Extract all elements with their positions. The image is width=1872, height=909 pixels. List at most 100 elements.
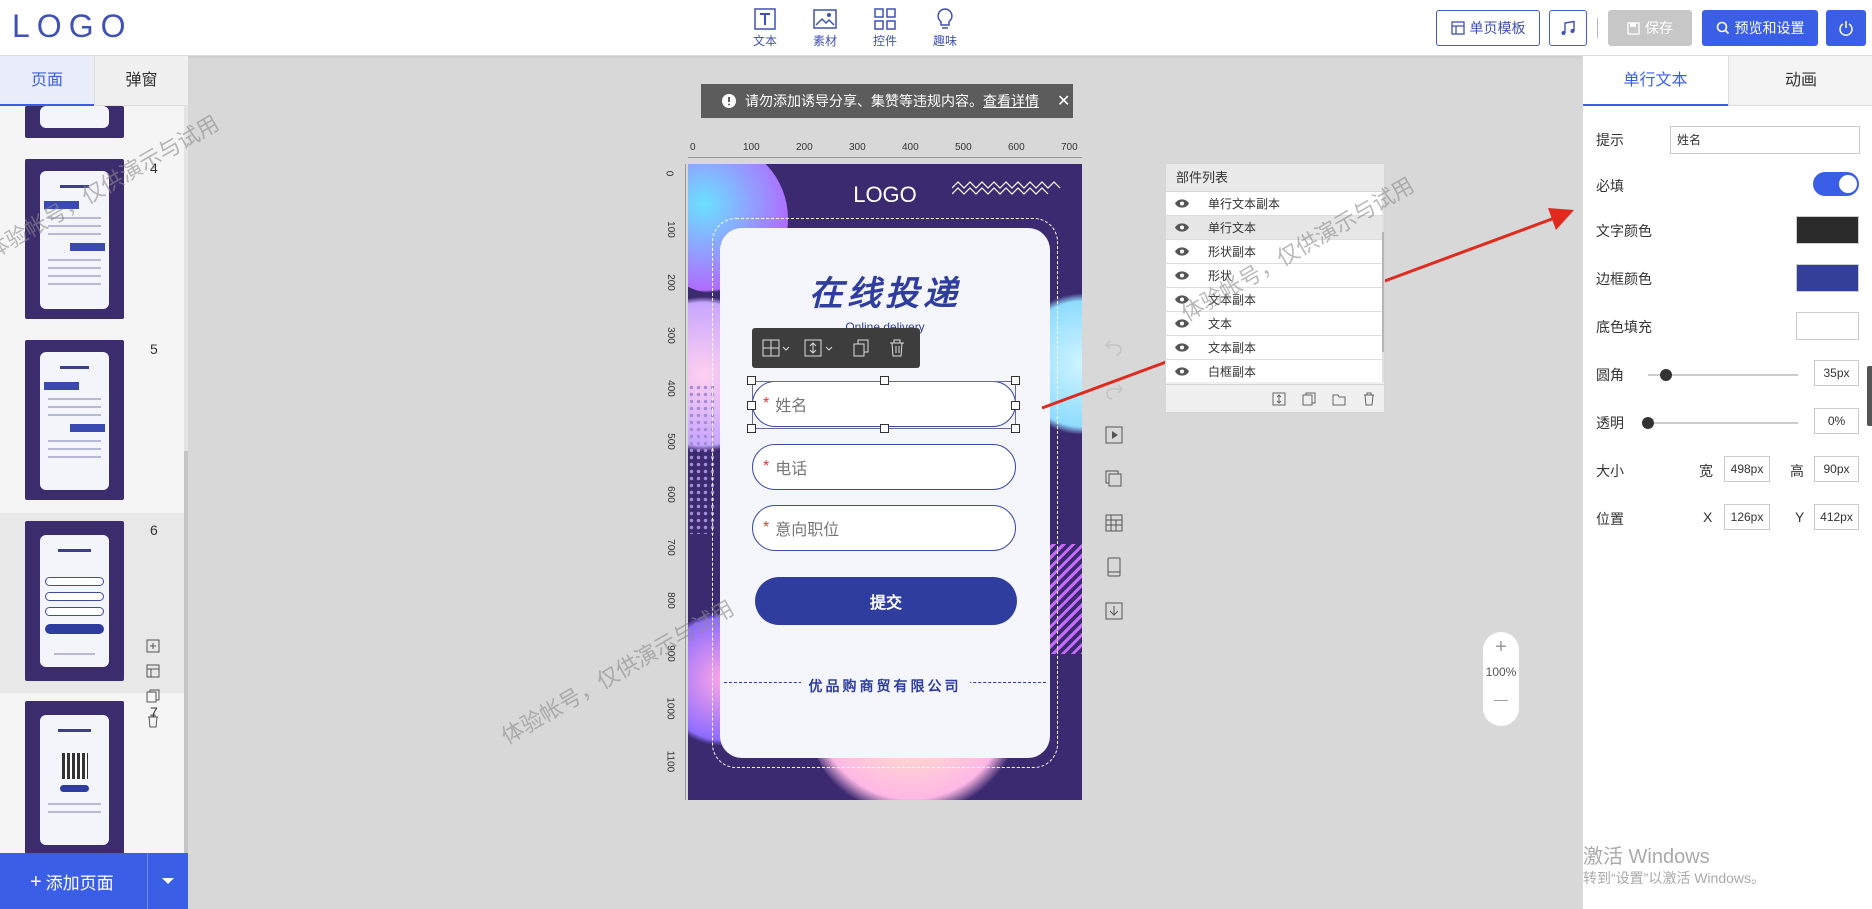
y-input[interactable]: 412px — [1814, 504, 1859, 530]
border-color-swatch[interactable] — [1796, 264, 1859, 292]
delete-layer-icon[interactable] — [1362, 392, 1376, 406]
power-button[interactable] — [1826, 10, 1866, 46]
undo-icon[interactable] — [1104, 336, 1124, 356]
redo-icon[interactable] — [1104, 380, 1124, 400]
ruler-tick: 500 — [664, 433, 676, 450]
resize-handle[interactable] — [747, 376, 756, 385]
eye-icon[interactable] — [1174, 366, 1190, 377]
tool-widgets[interactable]: 控件 — [863, 8, 907, 49]
resize-handle[interactable] — [747, 401, 756, 410]
eye-icon[interactable] — [1174, 198, 1190, 209]
tab-animation[interactable]: 动画 — [1728, 56, 1872, 106]
y-label: Y — [1795, 509, 1805, 525]
copy-layer-icon[interactable] — [1302, 392, 1316, 406]
phone-field[interactable]: * 电话 — [752, 444, 1016, 490]
device-icon[interactable] — [1104, 557, 1124, 577]
ruler-tick: 600 — [1008, 142, 1025, 153]
notice-link[interactable]: 查看详情 — [983, 91, 1039, 111]
layer-scrollbar[interactable] — [1382, 192, 1384, 382]
preview-settings-label: 预览和设置 — [1734, 20, 1805, 36]
tab-pages[interactable]: 页面 — [0, 56, 94, 106]
layer-order-icon[interactable] — [804, 339, 834, 357]
page-thumb-5[interactable] — [25, 340, 124, 500]
windows-activation-title: 激活 Windows — [1583, 846, 1710, 868]
ruler-tick: 300 — [849, 142, 866, 153]
page-number: 5 — [150, 341, 158, 357]
ruler-tick: 500 — [955, 142, 972, 153]
copy-page-icon[interactable] — [146, 689, 160, 703]
x-input[interactable]: 126px — [1724, 504, 1770, 530]
add-page-icon[interactable] — [146, 639, 160, 653]
width-input[interactable]: 498px — [1724, 456, 1770, 482]
selection-box — [752, 381, 1016, 429]
tab-popups[interactable]: 弹窗 — [94, 56, 188, 106]
page-thumb-7[interactable] — [25, 701, 124, 856]
resize-handle[interactable] — [1011, 401, 1020, 410]
page-number: 7 — [150, 704, 158, 720]
tab-single-text[interactable]: 单行文本 — [1583, 56, 1728, 106]
phone-canvas[interactable]: LOGO 在线投递 Online delivery * 姓名 * 电话 * 意向… — [688, 164, 1082, 800]
tool-fun[interactable]: 趣味 — [923, 8, 967, 49]
play-icon[interactable] — [1104, 425, 1124, 445]
page-scrollbar[interactable] — [184, 106, 188, 909]
folder-icon[interactable] — [1332, 392, 1346, 406]
app-logo: LOGO — [12, 8, 133, 44]
layer-item-label: 单行文本副本 — [1208, 197, 1281, 211]
text-color-swatch[interactable] — [1796, 216, 1859, 244]
layers-icon[interactable] — [1104, 469, 1124, 489]
page-template-icon[interactable] — [146, 664, 160, 678]
delete-icon[interactable] — [888, 339, 906, 357]
tool-fun-label: 趣味 — [932, 34, 957, 48]
align-icon[interactable] — [762, 339, 790, 357]
side-handle[interactable] — [1867, 366, 1872, 426]
save-button[interactable]: 保存 — [1608, 10, 1692, 46]
chevron-down-icon[interactable] — [161, 877, 175, 886]
resize-handle[interactable] — [1011, 376, 1020, 385]
move-layer-icon[interactable] — [1272, 392, 1286, 406]
fill-color-swatch[interactable] — [1796, 312, 1859, 340]
layer-item[interactable]: 文本副本 — [1166, 336, 1382, 360]
add-page-button[interactable]: + 添加页面 — [0, 853, 188, 909]
template-button[interactable]: 单页模板 — [1436, 10, 1540, 46]
position-field[interactable]: * 意向职位 — [752, 505, 1016, 551]
ruler-tick: 200 — [664, 274, 676, 291]
border-color-label: 边框颜色 — [1596, 271, 1652, 287]
height-input[interactable]: 90px — [1814, 456, 1859, 482]
zoom-out-button[interactable]: — — [1483, 682, 1519, 716]
radius-value[interactable]: 35px — [1814, 360, 1859, 386]
copy-icon[interactable] — [852, 339, 870, 357]
preview-settings-button[interactable]: 预览和设置 — [1702, 10, 1818, 46]
resize-handle[interactable] — [880, 376, 889, 385]
zoom-in-button[interactable]: + — [1483, 632, 1519, 662]
eye-icon[interactable] — [1174, 342, 1190, 353]
eye-icon[interactable] — [1174, 222, 1190, 233]
resize-handle[interactable] — [880, 424, 889, 433]
close-icon[interactable]: ✕ — [1057, 91, 1070, 111]
radius-slider[interactable] — [1648, 369, 1798, 381]
radius-slider-knob[interactable] — [1660, 369, 1672, 381]
resize-handle[interactable] — [1011, 424, 1020, 433]
page-thumb-partial[interactable] — [25, 106, 124, 138]
element-toolbar — [752, 328, 920, 368]
save-icon — [1627, 21, 1640, 35]
music-button[interactable] — [1549, 10, 1587, 46]
tool-text[interactable]: 文本 — [743, 8, 787, 49]
layer-item[interactable]: 白框副本 — [1166, 360, 1382, 382]
zoom-value: 100% — [1485, 665, 1517, 679]
opacity-value[interactable]: 0% — [1814, 408, 1859, 434]
hint-input[interactable]: 姓名 — [1670, 126, 1860, 154]
submit-button[interactable]: 提交 — [755, 577, 1017, 625]
page-thumb-6[interactable] — [25, 521, 124, 681]
grid-icon[interactable] — [1104, 513, 1124, 533]
tool-image[interactable]: 素材 — [803, 8, 847, 49]
resize-handle[interactable] — [747, 424, 756, 433]
eye-icon[interactable] — [1174, 246, 1190, 257]
download-icon[interactable] — [1104, 601, 1124, 621]
required-toggle[interactable] — [1813, 172, 1859, 196]
text-icon — [754, 8, 776, 30]
layer-item-label: 单行文本 — [1208, 221, 1257, 235]
eye-icon[interactable] — [1174, 270, 1190, 281]
opacity-slider[interactable] — [1642, 417, 1798, 429]
opacity-slider-knob[interactable] — [1642, 417, 1654, 429]
power-icon — [1839, 21, 1853, 36]
